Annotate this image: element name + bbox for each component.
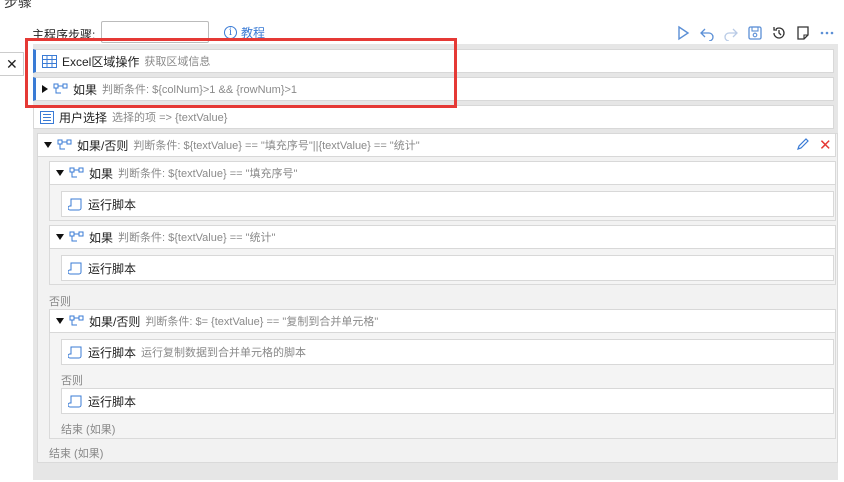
step-if[interactable]: 如果 判断条件: ${textValue} == "统计" (49, 225, 836, 249)
collapse-caret-icon[interactable] (56, 170, 64, 176)
step-label: 如果 (89, 166, 114, 181)
step-label: 如果/否则 (89, 314, 141, 329)
step-user-select[interactable]: 用户选择 选择的项 => {textValue} (33, 105, 834, 129)
step-label: 如果/否则 (77, 138, 129, 153)
more-icon[interactable] (818, 24, 836, 42)
step-label: 运行脚本 (88, 345, 137, 360)
note-icon[interactable] (794, 24, 812, 42)
step-label: 用户选择 (59, 110, 108, 125)
branch-icon (57, 139, 72, 149)
branch-icon (69, 167, 84, 177)
step-label: 运行脚本 (88, 394, 137, 409)
step-desc: 判断条件: ${textValue} == "统计" (118, 232, 276, 244)
undo-icon[interactable] (698, 24, 716, 42)
step-desc: 判断条件: $= {textValue} == "复制到合并单元格" (145, 316, 379, 328)
script-icon (68, 395, 82, 407)
highlight-box (25, 38, 457, 108)
step-label: 运行脚本 (88, 197, 137, 212)
step-desc: 运行复制数据到合并单元格的脚本 (141, 347, 307, 359)
edit-icon[interactable] (796, 137, 810, 154)
redo-icon[interactable] (722, 24, 740, 42)
end-if-label: 结束 (如果) (49, 448, 104, 460)
step-desc: 选择的项 => {textValue} (112, 112, 228, 124)
step-run-script[interactable]: 运行脚本 (61, 255, 834, 281)
script-icon (68, 198, 82, 210)
play-icon[interactable] (674, 24, 692, 42)
delete-icon[interactable]: ✕ (819, 136, 832, 154)
collapse-caret-icon[interactable] (56, 234, 64, 240)
step-label: 运行脚本 (88, 261, 137, 276)
else-label: 否则 (49, 296, 71, 308)
page-title: 步骤 (4, 0, 32, 10)
script-icon (68, 346, 82, 358)
history-icon[interactable] (770, 24, 788, 42)
step-label: 如果 (89, 230, 114, 245)
script-icon (68, 262, 82, 274)
step-run-script[interactable]: 运行脚本 (61, 191, 834, 217)
collapse-caret-icon[interactable] (56, 318, 64, 324)
branch-icon (69, 231, 84, 241)
list-icon (40, 110, 54, 124)
branch-icon (69, 315, 84, 325)
end-if-label: 结束 (如果) (61, 424, 116, 436)
collapse-caret-icon[interactable] (44, 142, 52, 148)
step-desc: 判断条件: ${textValue} == "填充序号" (118, 168, 298, 180)
step-if[interactable]: 如果 判断条件: ${textValue} == "填充序号" (49, 161, 836, 185)
else-label: 否则 (61, 375, 83, 387)
step-ifelse[interactable]: 如果/否则 判断条件: $= {textValue} == "复制到合并单元格" (49, 309, 836, 333)
save-icon[interactable] (746, 24, 764, 42)
toolbar (674, 24, 836, 42)
close-tab (0, 52, 24, 76)
step-ifelse[interactable]: 如果/否则 判断条件: ${textValue} == "填充序号"||{tex… (37, 133, 836, 157)
step-run-script[interactable]: 运行脚本 运行复制数据到合并单元格的脚本 (61, 339, 834, 365)
step-run-script[interactable]: 运行脚本 (61, 388, 834, 414)
step-desc: 判断条件: ${textValue} == "填充序号"||{textValue… (133, 140, 420, 152)
